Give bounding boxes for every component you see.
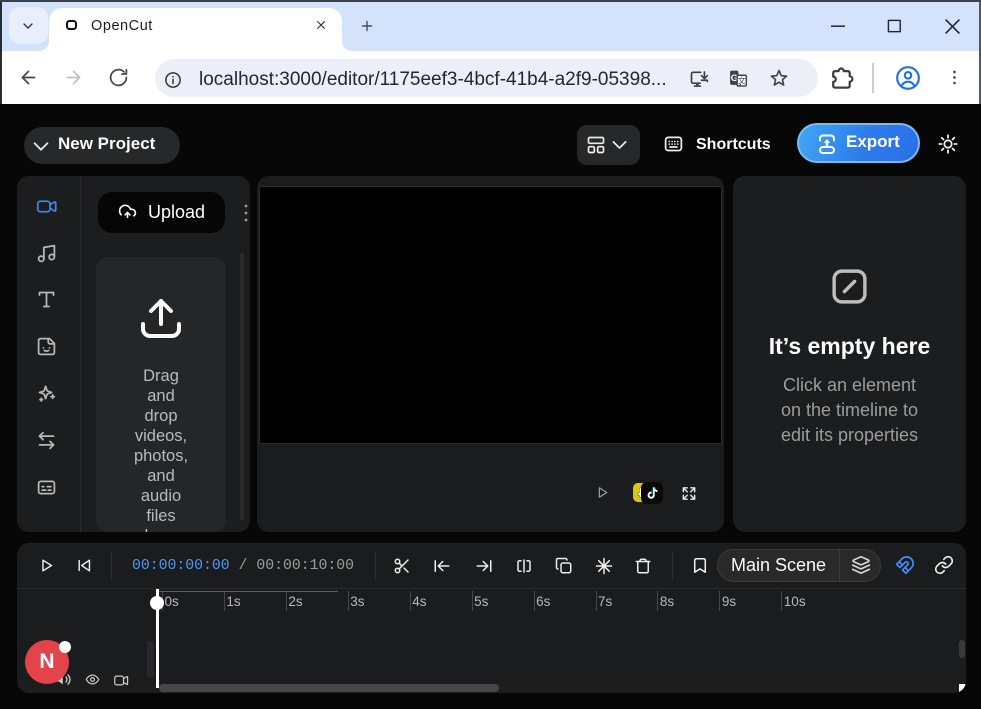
svg-text:文: 文	[738, 76, 746, 86]
